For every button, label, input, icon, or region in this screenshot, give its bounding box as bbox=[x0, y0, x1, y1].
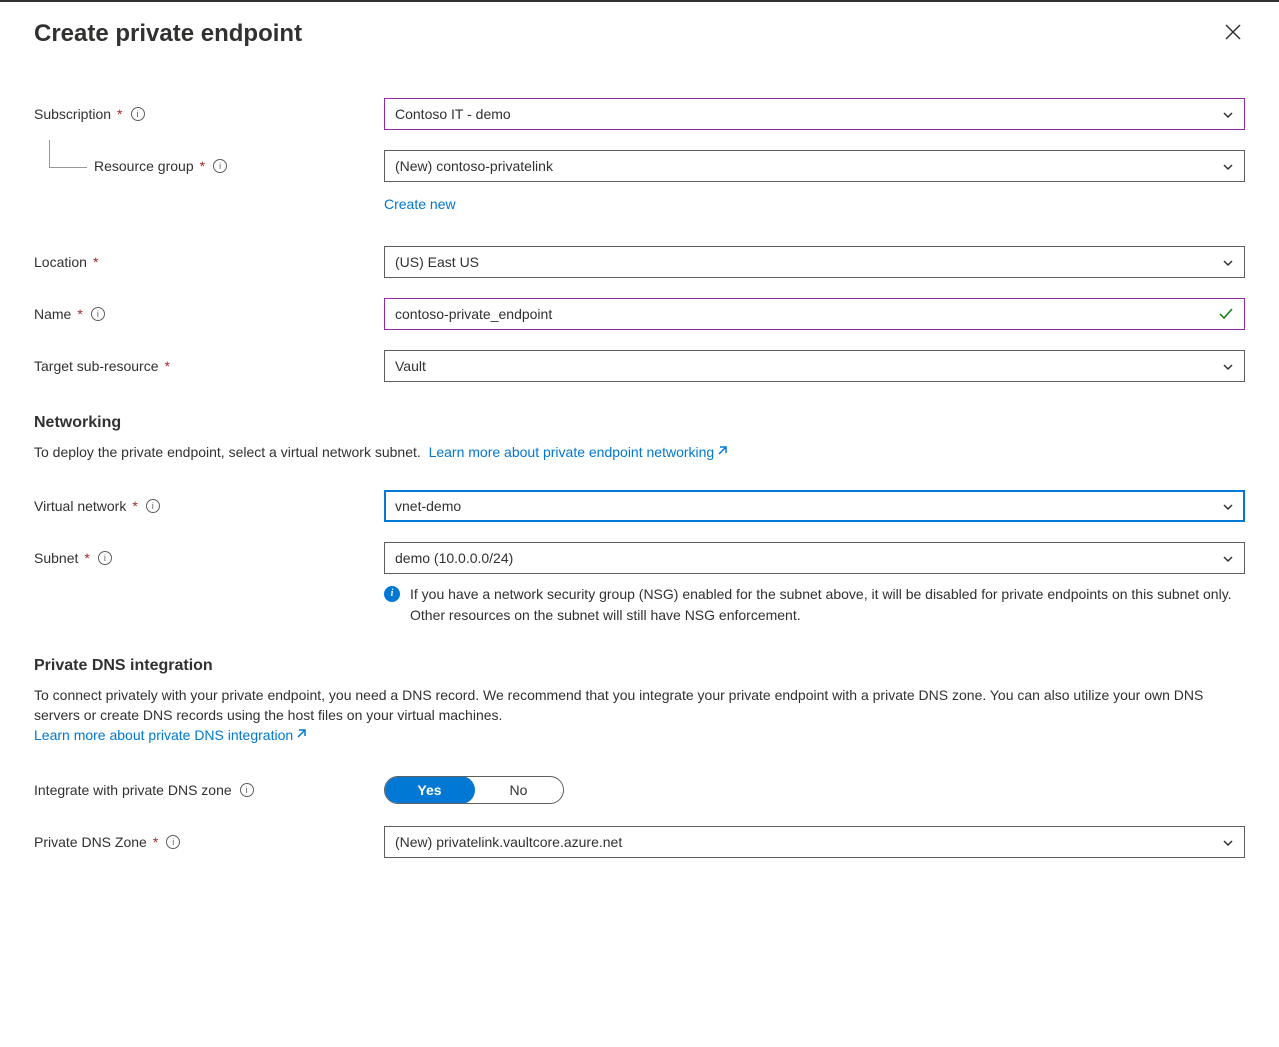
required-indicator: * bbox=[77, 306, 82, 322]
chevron-down-icon bbox=[1222, 108, 1234, 120]
virtual-network-select[interactable]: vnet-demo bbox=[384, 490, 1245, 522]
subscription-row: Subscription * i Contoso IT - demo bbox=[34, 98, 1245, 130]
close-icon[interactable] bbox=[1221, 20, 1245, 47]
create-new-row: Create new bbox=[34, 186, 1245, 218]
subnet-select[interactable]: demo (10.0.0.0/24) bbox=[384, 542, 1245, 574]
required-indicator: * bbox=[117, 106, 122, 122]
dns-learn-more-link[interactable]: Learn more about private DNS integration bbox=[34, 727, 307, 743]
info-icon[interactable]: i bbox=[240, 783, 254, 797]
virtual-network-value: vnet-demo bbox=[395, 498, 461, 514]
checkmark-icon bbox=[1218, 306, 1234, 322]
subnet-row: Subnet * i demo (10.0.0.0/24) bbox=[34, 542, 1245, 574]
info-circle-icon: i bbox=[384, 586, 400, 602]
panel-title: Create private endpoint bbox=[34, 20, 302, 48]
required-indicator: * bbox=[84, 550, 89, 566]
chevron-down-icon bbox=[1222, 836, 1234, 848]
networking-learn-more-link[interactable]: Learn more about private endpoint networ… bbox=[429, 444, 729, 460]
nsg-info-text: If you have a network security group (NS… bbox=[410, 584, 1245, 625]
info-icon[interactable]: i bbox=[166, 835, 180, 849]
required-indicator: * bbox=[165, 358, 170, 374]
resource-group-row: Resource group * i (New) contoso-private… bbox=[34, 150, 1245, 182]
name-row: Name * i bbox=[34, 298, 1245, 330]
nsg-info-box: i If you have a network security group (… bbox=[384, 584, 1245, 625]
chevron-down-icon bbox=[1222, 552, 1234, 564]
dns-desc: To connect privately with your private e… bbox=[34, 685, 1245, 746]
name-input[interactable] bbox=[384, 298, 1245, 330]
location-select[interactable]: (US) East US bbox=[384, 246, 1245, 278]
create-new-link[interactable]: Create new bbox=[384, 196, 1245, 212]
subscription-select[interactable]: Contoso IT - demo bbox=[384, 98, 1245, 130]
dns-zone-value: (New) privatelink.vaultcore.azure.net bbox=[395, 834, 622, 850]
dns-zone-label: Private DNS Zone * i bbox=[34, 834, 384, 850]
dns-zone-row: Private DNS Zone * i (New) privatelink.v… bbox=[34, 826, 1245, 858]
resource-group-select[interactable]: (New) contoso-privatelink bbox=[384, 150, 1245, 182]
resource-group-value: (New) contoso-privatelink bbox=[395, 158, 553, 174]
virtual-network-row: Virtual network * i vnet-demo bbox=[34, 490, 1245, 522]
location-label: Location * bbox=[34, 254, 384, 270]
target-sub-resource-value: Vault bbox=[395, 358, 426, 374]
panel-header: Create private endpoint bbox=[34, 20, 1245, 48]
subnet-value: demo (10.0.0.0/24) bbox=[395, 550, 513, 566]
subscription-value: Contoso IT - demo bbox=[395, 106, 511, 122]
toggle-no[interactable]: No bbox=[474, 777, 563, 803]
info-icon[interactable]: i bbox=[91, 307, 105, 321]
chevron-down-icon bbox=[1222, 160, 1234, 172]
create-private-endpoint-panel: Create private endpoint Subscription * i… bbox=[0, 0, 1279, 918]
subscription-label: Subscription * i bbox=[34, 106, 384, 122]
target-sub-resource-row: Target sub-resource * Vault bbox=[34, 350, 1245, 382]
info-icon[interactable]: i bbox=[98, 551, 112, 565]
dns-heading: Private DNS integration bbox=[34, 657, 1245, 675]
external-link-icon bbox=[716, 442, 728, 454]
info-icon[interactable]: i bbox=[213, 159, 227, 173]
required-indicator: * bbox=[132, 498, 137, 514]
info-icon[interactable]: i bbox=[146, 499, 160, 513]
required-indicator: * bbox=[200, 158, 205, 174]
info-icon[interactable]: i bbox=[131, 107, 145, 121]
required-indicator: * bbox=[93, 254, 98, 270]
location-row: Location * (US) East US bbox=[34, 246, 1245, 278]
chevron-down-icon bbox=[1222, 256, 1234, 268]
location-value: (US) East US bbox=[395, 254, 479, 270]
name-field[interactable] bbox=[395, 306, 1210, 322]
integrate-toggle[interactable]: Yes No bbox=[384, 776, 564, 804]
integrate-label: Integrate with private DNS zone i bbox=[34, 782, 384, 798]
name-label: Name * i bbox=[34, 306, 384, 322]
nsg-info-row: i If you have a network security group (… bbox=[34, 578, 1245, 625]
networking-heading: Networking bbox=[34, 414, 1245, 432]
required-indicator: * bbox=[153, 834, 158, 850]
chevron-down-icon bbox=[1222, 360, 1234, 372]
dns-zone-select[interactable]: (New) privatelink.vaultcore.azure.net bbox=[384, 826, 1245, 858]
chevron-down-icon bbox=[1222, 500, 1234, 512]
virtual-network-label: Virtual network * i bbox=[34, 498, 384, 514]
tree-connector bbox=[49, 140, 87, 168]
integrate-row: Integrate with private DNS zone i Yes No bbox=[34, 774, 1245, 806]
external-link-icon bbox=[295, 725, 307, 737]
resource-group-label: Resource group * i bbox=[34, 158, 384, 174]
networking-desc: To deploy the private endpoint, select a… bbox=[34, 442, 1245, 462]
subnet-label: Subnet * i bbox=[34, 550, 384, 566]
target-sub-resource-select[interactable]: Vault bbox=[384, 350, 1245, 382]
toggle-yes[interactable]: Yes bbox=[384, 776, 475, 804]
target-sub-resource-label: Target sub-resource * bbox=[34, 358, 384, 374]
